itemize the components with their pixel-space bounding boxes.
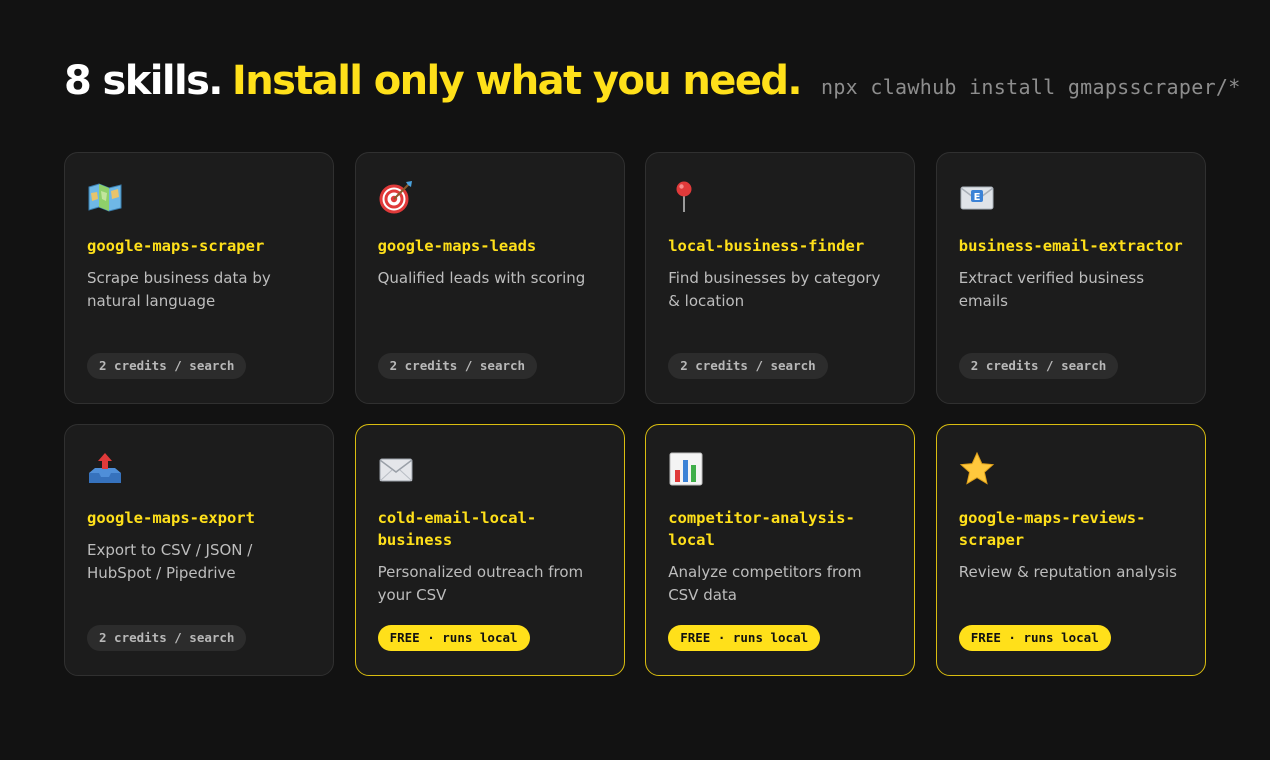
free-badge: FREE · runs local [377, 625, 530, 651]
skill-title: business-email-extractor [958, 237, 1183, 255]
skill-title: cold-email-local-business [377, 509, 537, 549]
skill-description: Find businesses by category & location [668, 269, 881, 310]
skills-grid: google-maps-scraper Scrape business data… [64, 152, 1206, 676]
skill-card-google-maps-scraper[interactable]: google-maps-scraper Scrape business data… [64, 152, 334, 404]
skill-card-google-maps-leads[interactable]: google-maps-leads Qualified leads with s… [354, 152, 625, 404]
skill-description: Qualified leads with scoring [377, 269, 586, 287]
target-icon [378, 179, 602, 215]
skill-title: competitor-analysis-local [668, 509, 855, 549]
skill-card-business-email-extractor[interactable]: E business-email-extractor Extract verif… [935, 152, 1206, 404]
free-badge: FREE · runs local [958, 625, 1111, 651]
credits-badge: 2 credits / search [668, 353, 828, 379]
bar-chart-icon [668, 451, 892, 487]
credits-badge: 2 credits / search [87, 625, 247, 651]
skill-title: google-maps-reviews-scraper [958, 509, 1146, 549]
skill-description: Personalized outreach from your CSV [377, 563, 584, 604]
credits-badge: 2 credits / search [377, 353, 538, 379]
skill-title: google-maps-leads [377, 237, 537, 255]
headline-count: 8 skills. [64, 58, 224, 104]
free-badge: FREE · runs local [668, 625, 821, 651]
headline-tagline: Install only what you need. [231, 58, 803, 104]
install-command: npx clawhub install gmapsscraper/* [821, 75, 1241, 99]
svg-text:E: E [973, 192, 980, 203]
star-icon [959, 451, 1183, 487]
page-header: 8 skills. Install only what you need. np… [64, 58, 1241, 104]
skill-description: Extract verified business emails [958, 269, 1145, 310]
skill-description: Analyze competitors from CSV data [668, 563, 862, 604]
map-icon [87, 179, 311, 215]
credits-badge: 2 credits / search [958, 353, 1119, 379]
skill-description: Export to CSV / JSON / HubSpot / Pipedri… [87, 541, 253, 582]
skill-description: Scrape business data by natural language [87, 269, 271, 310]
skill-card-google-maps-reviews-scraper[interactable]: google-maps-reviews-scraper Review & rep… [935, 424, 1206, 676]
credits-badge: 2 credits / search [87, 353, 247, 379]
skill-title: google-maps-scraper [87, 237, 265, 255]
skill-card-competitor-analysis-local[interactable]: competitor-analysis-local Analyze compet… [645, 424, 916, 676]
skill-title: local-business-finder [668, 237, 865, 255]
pin-icon [668, 179, 892, 215]
envelope-icon [378, 451, 602, 487]
outbox-tray-icon [87, 451, 311, 487]
skill-card-google-maps-export[interactable]: google-maps-export Export to CSV / JSON … [64, 424, 334, 676]
skill-description: Review & reputation analysis [958, 563, 1177, 581]
skill-title: google-maps-export [87, 509, 255, 527]
skill-card-cold-email-local-business[interactable]: cold-email-local-business Personalized o… [354, 424, 625, 676]
email-envelope-icon: E [959, 179, 1183, 215]
skill-card-local-business-finder[interactable]: local-business-finder Find businesses by… [645, 152, 916, 404]
